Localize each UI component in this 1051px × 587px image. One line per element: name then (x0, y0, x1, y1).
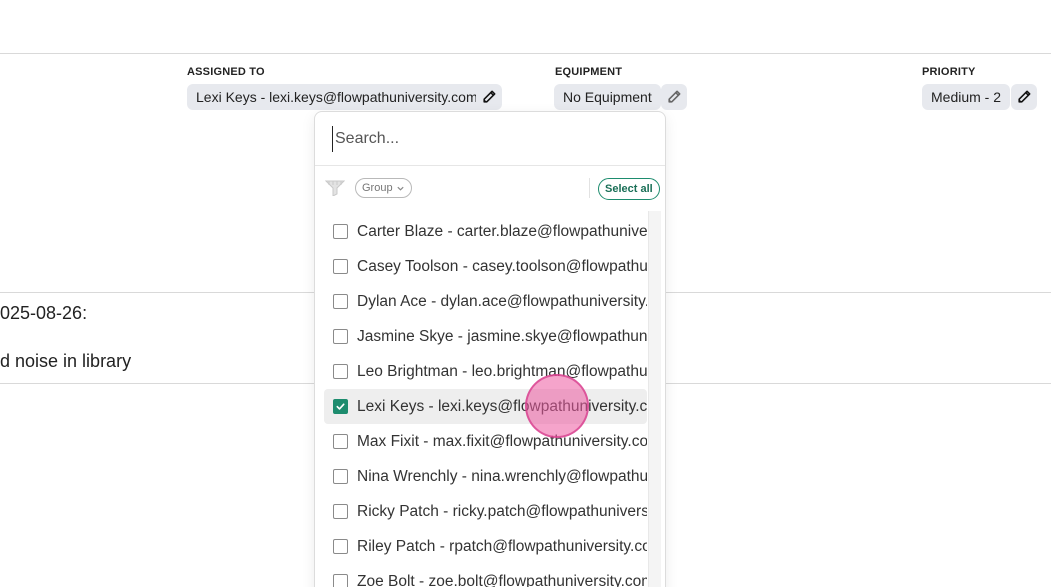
list-item-label: Ricky Patch - ricky.patch@flowpathuniver… (357, 502, 647, 520)
group-button-label: Group (362, 182, 393, 194)
assignee-dropdown: Group Select all Carter Blaze - carter.b… (314, 111, 666, 587)
list-item-label: Jasmine Skye - jasmine.skye@flowpathuniv… (357, 327, 647, 345)
checkbox[interactable] (333, 259, 348, 274)
filter-icon[interactable] (325, 180, 345, 196)
list-item[interactable]: Leo Brightman - leo.brightman@flowpathun… (324, 354, 647, 389)
assigned-to-edit-button[interactable] (476, 84, 502, 110)
equipment-label: EQUIPMENT (555, 66, 623, 78)
pencil-icon (668, 90, 681, 103)
list-item-label: Max Fixit - max.fixit@flowpathuniversity… (357, 432, 647, 450)
list-scrollbar[interactable] (648, 211, 661, 587)
checkbox[interactable] (333, 539, 348, 554)
page: ASSIGNED TO Lexi Keys - lexi.keys@flowpa… (0, 0, 1051, 587)
list-item[interactable]: Casey Toolson - casey.toolson@flowpathun… (324, 249, 647, 284)
assigned-to-label: ASSIGNED TO (187, 66, 265, 78)
equipment-chip[interactable]: No Equipment (554, 84, 661, 110)
pencil-icon (483, 90, 496, 103)
list-item-label: Leo Brightman - leo.brightman@flowpathun… (357, 362, 647, 380)
list-item[interactable]: Lexi Keys - lexi.keys@flowpathuniversity… (324, 389, 647, 424)
list-item-label: Zoe Bolt - zoe.bolt@flowpathuniversity.c… (357, 572, 647, 587)
list-item-label: Dylan Ace - dylan.ace@flowpathuniversity… (357, 292, 647, 310)
list-item-label: Carter Blaze - carter.blaze@flowpathuniv… (357, 222, 647, 240)
list-item-label: Casey Toolson - casey.toolson@flowpathun… (357, 257, 647, 275)
priority-label: PRIORITY (922, 66, 976, 78)
list-item[interactable]: Nina Wrenchly - nina.wrenchly@flowpathun… (324, 459, 647, 494)
list-item[interactable]: Jasmine Skye - jasmine.skye@flowpathuniv… (324, 319, 647, 354)
list-item[interactable]: Riley Patch - rpatch@flowpathuniversity.… (324, 529, 647, 564)
list-item-label: Nina Wrenchly - nina.wrenchly@flowpathun… (357, 467, 647, 485)
checkbox[interactable] (333, 504, 348, 519)
assigned-to-chip[interactable]: Lexi Keys - lexi.keys@flowpathuniversity… (187, 84, 487, 110)
list-item[interactable]: Dylan Ace - dylan.ace@flowpathuniversity… (324, 284, 647, 319)
list-item[interactable]: Ricky Patch - ricky.patch@flowpathuniver… (324, 494, 647, 529)
check-icon (336, 403, 345, 410)
list-item[interactable]: Max Fixit - max.fixit@flowpathuniversity… (324, 424, 647, 459)
chevron-down-icon (396, 186, 404, 191)
pencil-icon (1018, 90, 1031, 103)
checkbox[interactable] (333, 469, 348, 484)
filter-row: Group Select all (315, 166, 665, 210)
list-item-label: Riley Patch - rpatch@flowpathuniversity.… (357, 537, 647, 555)
select-all-button[interactable]: Select all (598, 178, 660, 200)
equipment-edit-button[interactable] (661, 84, 687, 110)
list-item-label: Lexi Keys - lexi.keys@flowpathuniversity… (357, 397, 647, 415)
checkbox[interactable] (333, 399, 348, 414)
filter-divider (589, 178, 590, 198)
checkbox[interactable] (333, 434, 348, 449)
checkbox[interactable] (333, 364, 348, 379)
checkbox[interactable] (333, 294, 348, 309)
list-item[interactable]: Carter Blaze - carter.blaze@flowpathuniv… (324, 214, 647, 249)
checkbox[interactable] (333, 224, 348, 239)
group-button[interactable]: Group (355, 178, 412, 198)
search-row (315, 112, 665, 166)
list-item[interactable]: Zoe Bolt - zoe.bolt@flowpathuniversity.c… (324, 564, 647, 587)
search-input[interactable] (332, 126, 642, 152)
log-date: 025-08-26: (0, 303, 88, 323)
divider-top (0, 53, 1051, 54)
priority-edit-button[interactable] (1011, 84, 1037, 110)
priority-chip[interactable]: Medium - 2 (922, 84, 1011, 110)
assignee-list: Carter Blaze - carter.blaze@flowpathuniv… (324, 214, 647, 587)
checkbox[interactable] (333, 329, 348, 344)
log-note: d noise in library (0, 351, 132, 371)
checkbox[interactable] (333, 574, 348, 587)
